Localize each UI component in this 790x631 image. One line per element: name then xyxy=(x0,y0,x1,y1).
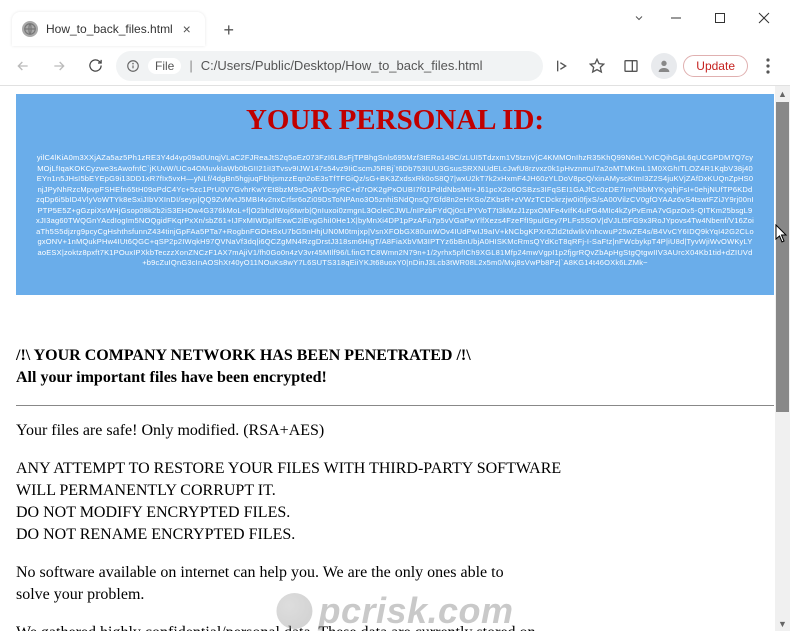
forward-button[interactable] xyxy=(44,51,74,81)
url-text: C:/Users/Public/Desktop/How_to_back_file… xyxy=(201,58,483,73)
personal-id-box: YOUR PERSONAL ID: yilC4lKiA0m3XXjAZa5az5… xyxy=(16,94,774,295)
menu-icon[interactable] xyxy=(754,52,782,80)
info-icon xyxy=(126,59,140,73)
scroll-down-arrow-icon[interactable]: ▼ xyxy=(775,616,790,631)
minimize-button[interactable] xyxy=(654,3,698,33)
safe-line: Your files are safe! Only modified. (RSA… xyxy=(16,422,774,440)
maximize-button[interactable] xyxy=(698,3,742,33)
globe-icon xyxy=(22,21,38,37)
chevron-down-icon[interactable] xyxy=(624,3,654,33)
reload-button[interactable] xyxy=(80,51,110,81)
browser-titlebar: How_to_back_files.html × + xyxy=(0,0,790,46)
nosoft-line-2: solve your problem. xyxy=(16,586,774,604)
vertical-scrollbar[interactable]: ▲ ▼ xyxy=(775,86,790,631)
ransom-note-body: /!\ YOUR COMPANY NETWORK HAS BEEN PENETR… xyxy=(16,347,774,631)
share-icon[interactable] xyxy=(549,52,577,80)
close-window-button[interactable] xyxy=(742,3,786,33)
tab-close-icon[interactable]: × xyxy=(179,21,195,37)
gather-line-1: We gathered highly confidential/personal… xyxy=(16,624,774,631)
browser-toolbar: File | C:/Users/Public/Desktop/How_to_ba… xyxy=(0,46,790,86)
new-tab-button[interactable]: + xyxy=(215,16,243,44)
page-heading: YOUR PERSONAL ID: xyxy=(36,104,754,137)
scrollbar-thumb[interactable] xyxy=(776,102,789,412)
personal-id-text: yilC4lKiA0m3XXjAZa5az5Ph1zRE3Y4d4vp09a0U… xyxy=(36,153,754,269)
tab-title: How_to_back_files.html xyxy=(46,22,173,36)
divider xyxy=(16,405,774,406)
attempt-line-4: DO NOT RENAME ENCRYPTED FILES. xyxy=(16,526,774,544)
window-controls xyxy=(624,0,790,46)
browser-tab[interactable]: How_to_back_files.html × xyxy=(12,12,205,46)
star-icon[interactable] xyxy=(583,52,611,80)
attempt-line-3: DO NOT MODIFY ENCRYPTED FILES. xyxy=(16,504,774,522)
update-button[interactable]: Update xyxy=(683,55,748,77)
url-separator: | xyxy=(189,58,192,73)
file-chip: File xyxy=(148,58,181,74)
address-bar[interactable]: File | C:/Users/Public/Desktop/How_to_ba… xyxy=(116,51,543,81)
side-panel-icon[interactable] xyxy=(617,52,645,80)
attempt-line-1: ANY ATTEMPT TO RESTORE YOUR FILES WITH T… xyxy=(16,460,774,478)
back-button[interactable] xyxy=(8,51,38,81)
warning-line-2: All your important files have been encry… xyxy=(16,369,774,387)
page-content: YOUR PERSONAL ID: yilC4lKiA0m3XXjAZa5az5… xyxy=(0,86,790,631)
scroll-up-arrow-icon[interactable]: ▲ xyxy=(775,86,790,101)
page-viewport: YOUR PERSONAL ID: yilC4lKiA0m3XXjAZa5az5… xyxy=(0,86,790,631)
attempt-line-2: WILL PERMANENTLY CORRUPT IT. xyxy=(16,482,774,500)
profile-avatar[interactable] xyxy=(651,53,677,79)
warning-line-1: /!\ YOUR COMPANY NETWORK HAS BEEN PENETR… xyxy=(16,347,774,365)
nosoft-line-1: No software available on internet can he… xyxy=(16,564,774,582)
